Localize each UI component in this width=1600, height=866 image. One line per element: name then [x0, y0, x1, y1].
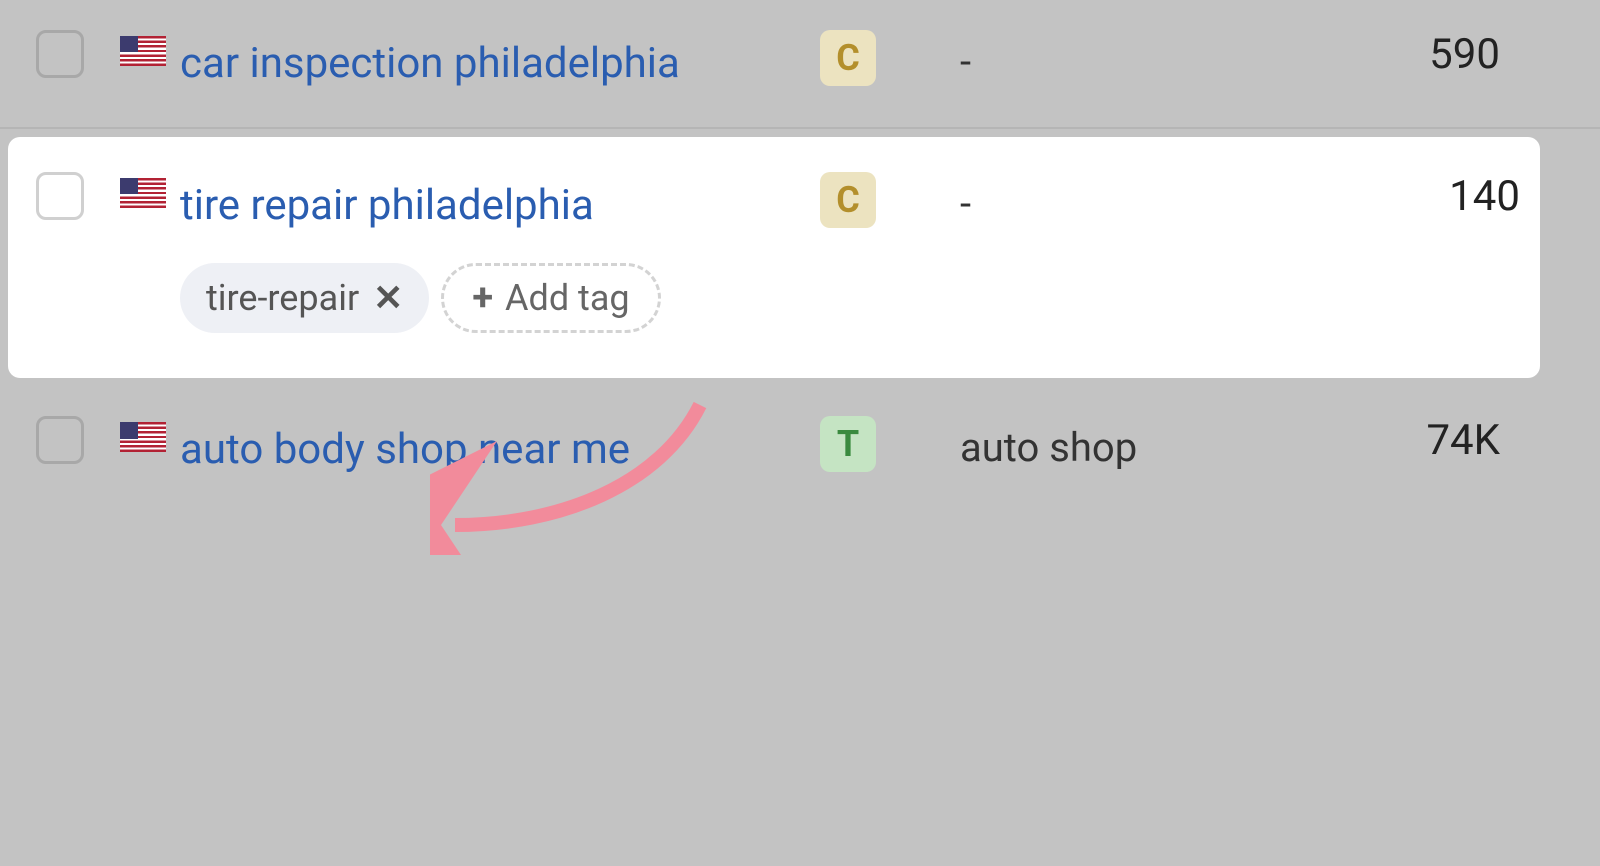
tag-chip[interactable]: tire-repair ✕	[180, 263, 429, 333]
keyword-link[interactable]: tire repair philadelphia	[180, 172, 700, 239]
us-flag-icon	[120, 178, 166, 208]
row-checkbox[interactable]	[36, 30, 84, 78]
keyword-link[interactable]: auto body shop near me	[180, 416, 700, 483]
intent-badge: T	[820, 416, 876, 472]
plus-icon: +	[472, 276, 493, 320]
keyword-row: auto body shop near me T auto shop 74K	[0, 386, 1600, 513]
intent-badge: C	[820, 30, 876, 86]
keyword-link[interactable]: car inspection philadelphia	[180, 30, 700, 97]
us-flag-icon	[120, 422, 166, 452]
tags-cell: -	[960, 172, 1220, 236]
row-checkbox[interactable]	[36, 172, 84, 220]
tags-cell: auto shop	[960, 416, 1220, 480]
intent-badge: C	[820, 172, 876, 228]
volume-cell: 590	[1220, 30, 1560, 79]
add-tag-button[interactable]: + Add tag	[441, 263, 660, 333]
volume-cell: 74K	[1220, 416, 1560, 465]
us-flag-icon	[120, 36, 166, 66]
add-tag-label: Add tag	[505, 277, 630, 319]
tag-chip-label: tire-repair	[206, 277, 359, 319]
volume-cell: 140	[1220, 172, 1540, 221]
keyword-row-active: tire repair philadelphia tire-repair ✕ +…	[8, 137, 1540, 378]
remove-tag-icon[interactable]: ✕	[373, 277, 403, 319]
row-checkbox[interactable]	[36, 416, 84, 464]
keyword-row: car inspection philadelphia C - 590	[0, 0, 1600, 129]
tags-cell: -	[960, 30, 1220, 94]
